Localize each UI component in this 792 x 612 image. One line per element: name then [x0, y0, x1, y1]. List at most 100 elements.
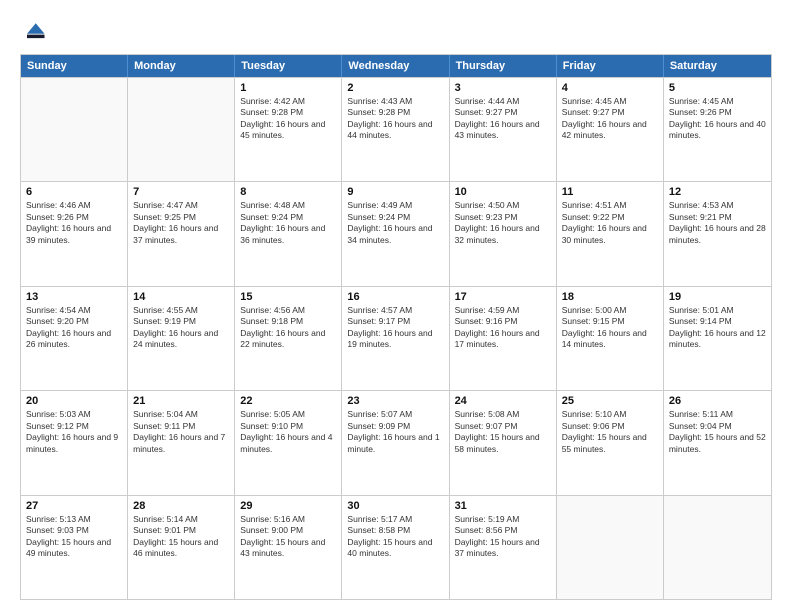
- day-number: 11: [562, 186, 658, 198]
- day-number: 18: [562, 291, 658, 303]
- sunset-text: Sunset: 9:10 PM: [240, 421, 336, 432]
- daylight-text: Daylight: 16 hours and 36 minutes.: [240, 223, 336, 246]
- day-cell-16: 16Sunrise: 4:57 AMSunset: 9:17 PMDayligh…: [342, 287, 449, 390]
- day-number: 25: [562, 395, 658, 407]
- sunrise-text: Sunrise: 4:46 AM: [26, 200, 122, 211]
- calendar-body: 1 Sunrise: 4:42 AM Sunset: 9:28 PM Daylight…: [21, 77, 771, 599]
- day-number: 4: [562, 82, 658, 94]
- daylight-text: Daylight: 15 hours and 40 minutes.: [347, 537, 443, 560]
- sunrise-text: Sunrise: 5:00 AM: [562, 305, 658, 316]
- header-day-monday: Monday: [128, 55, 235, 77]
- sunset-text: Sunset: 9:26 PM: [669, 107, 766, 118]
- sunset-text: Sunset: 9:24 PM: [347, 212, 443, 223]
- daylight-text: Daylight: 16 hours and 42 minutes.: [562, 119, 658, 142]
- daylight-text: Daylight: 15 hours and 55 minutes.: [562, 432, 658, 455]
- sunset-text: Sunset: 9:11 PM: [133, 421, 229, 432]
- sunrise-text: Sunrise: 5:19 AM: [455, 514, 551, 525]
- day-number: 17: [455, 291, 551, 303]
- day-cell-26: 26 Sunrise: 5:11 AMSunset: 9:04 PMDayligh…: [664, 391, 771, 494]
- day-number: 26: [669, 395, 766, 407]
- header: [20, 18, 772, 46]
- sunrise-text: Sunrise: 5:13 AM: [26, 514, 122, 525]
- sunrise-text: Sunrise: 5:03 AM: [26, 409, 122, 420]
- day-cell-25: 25Sunrise: 5:10 AMSunset: 9:06 PMDayligh…: [557, 391, 664, 494]
- daylight-text: Daylight: 16 hours and 24 minutes.: [133, 328, 229, 351]
- sunrise-text: Sunrise: 4:47 AM: [133, 200, 229, 211]
- daylight-text: Daylight: 16 hours and 32 minutes.: [455, 223, 551, 246]
- sunrise-text: Sunrise: 4:49 AM: [347, 200, 443, 211]
- daylight-text: Daylight: 16 hours and 4 minutes.: [240, 432, 336, 455]
- daylight-text: Daylight: 15 hours and 46 minutes.: [133, 537, 229, 560]
- day-cell-3: 3Sunrise: 4:44 AMSunset: 9:27 PMDaylight…: [450, 78, 557, 181]
- day-cell-21: 21Sunrise: 5:04 AMSunset: 9:11 PMDayligh…: [128, 391, 235, 494]
- sunrise-text: Sunrise: 4:43 AM: [347, 96, 443, 107]
- day-number: 8: [240, 186, 336, 198]
- daylight-text: Daylight: 16 hours and 14 minutes.: [562, 328, 658, 351]
- day-cell-5: 5Sunrise: 4:45 AMSunset: 9:26 PMDaylight…: [664, 78, 771, 181]
- sunset-text: Sunset: 9:07 PM: [455, 421, 551, 432]
- sunrise-text: Sunrise: 4:42 AM: [240, 96, 336, 107]
- day-number: 5: [669, 82, 766, 94]
- daylight-text: Daylight: 16 hours and 7 minutes.: [133, 432, 229, 455]
- sunrise-text: Sunrise: 5:11 AM: [669, 409, 766, 420]
- daylight-text: Daylight: 16 hours and 26 minutes.: [26, 328, 122, 351]
- day-number: 3: [455, 82, 551, 94]
- header-day-sunday: Sunday: [21, 55, 128, 77]
- sunset-text: Sunset: 8:56 PM: [455, 525, 551, 536]
- day-number: 27: [26, 500, 122, 512]
- sunset-text: Sunset: 9:28 PM: [347, 107, 443, 118]
- sunrise-text: Sunrise: 4:55 AM: [133, 305, 229, 316]
- day-number: 23: [347, 395, 443, 407]
- day-cell-27: 27Sunrise: 5:13 AMSunset: 9:03 PMDayligh…: [21, 496, 128, 599]
- sunset-text: Sunset: 9:12 PM: [26, 421, 122, 432]
- sunrise-text: Sunrise: 5:10 AM: [562, 409, 658, 420]
- calendar: SundayMondayTuesdayWednesdayThursdayFrid…: [20, 54, 772, 600]
- sunrise-text: Sunrise: 5:05 AM: [240, 409, 336, 420]
- daylight-text: Daylight: 16 hours and 17 minutes.: [455, 328, 551, 351]
- daylight-text: Daylight: 16 hours and 30 minutes.: [562, 223, 658, 246]
- sunset-text: Sunset: 9:26 PM: [26, 212, 122, 223]
- sunrise-text: Sunrise: 5:01 AM: [669, 305, 766, 316]
- day-cell-2: 2Sunrise: 4:43 AMSunset: 9:28 PMDaylight…: [342, 78, 449, 181]
- sunrise-text: Sunrise: 4:44 AM: [455, 96, 551, 107]
- sunset-text: Sunset: 9:23 PM: [455, 212, 551, 223]
- logo: [20, 18, 52, 46]
- empty-cell: [128, 78, 235, 181]
- sunrise-text: Sunrise: 5:14 AM: [133, 514, 229, 525]
- sunset-text: Sunset: 9:04 PM: [669, 421, 766, 432]
- day-number: 31: [455, 500, 551, 512]
- day-cell-9: 9Sunrise: 4:49 AMSunset: 9:24 PMDaylight…: [342, 182, 449, 285]
- calendar-week-3: 13Sunrise: 4:54 AMSunset: 9:20 PMDayligh…: [21, 286, 771, 390]
- day-cell-4: 4Sunrise: 4:45 AMSunset: 9:27 PMDaylight…: [557, 78, 664, 181]
- header-day-tuesday: Tuesday: [235, 55, 342, 77]
- day-number: 24: [455, 395, 551, 407]
- sunset-text: Sunset: 9:22 PM: [562, 212, 658, 223]
- daylight-text: Daylight: 16 hours and 37 minutes.: [133, 223, 229, 246]
- sunset-text: Sunset: 9:24 PM: [240, 212, 336, 223]
- day-cell-31: 31Sunrise: 5:19 AMSunset: 8:56 PMDayligh…: [450, 496, 557, 599]
- sunset-text: Sunset: 8:58 PM: [347, 525, 443, 536]
- logo-icon: [20, 18, 48, 46]
- sunset-text: Sunset: 9:17 PM: [347, 316, 443, 327]
- day-number: 15: [240, 291, 336, 303]
- sunset-text: Sunset: 9:16 PM: [455, 316, 551, 327]
- day-cell-23: 23Sunrise: 5:07 AMSunset: 9:09 PMDayligh…: [342, 391, 449, 494]
- day-cell-7: 7Sunrise: 4:47 AMSunset: 9:25 PMDaylight…: [128, 182, 235, 285]
- sunset-text: Sunset: 9:18 PM: [240, 316, 336, 327]
- sunset-text: Sunset: 9:01 PM: [133, 525, 229, 536]
- empty-cell: [664, 496, 771, 599]
- day-cell-1: 1Sunrise: 4:42 AMSunset: 9:28 PMDaylight…: [235, 78, 342, 181]
- day-cell-8: 8Sunrise: 4:48 AMSunset: 9:24 PMDaylight…: [235, 182, 342, 285]
- day-number: 2: [347, 82, 443, 94]
- header-day-saturday: Saturday: [664, 55, 771, 77]
- sunset-text: Sunset: 9:15 PM: [562, 316, 658, 327]
- sunrise-text: Sunrise: 4:54 AM: [26, 305, 122, 316]
- day-cell-10: 10Sunrise: 4:50 AMSunset: 9:23 PMDayligh…: [450, 182, 557, 285]
- day-cell-28: 28Sunrise: 5:14 AMSunset: 9:01 PMDayligh…: [128, 496, 235, 599]
- sunset-text: Sunset: 9:25 PM: [133, 212, 229, 223]
- sunrise-text: Sunrise: 5:17 AM: [347, 514, 443, 525]
- daylight-text: Daylight: 15 hours and 52 minutes.: [669, 432, 766, 455]
- day-number: 1: [240, 82, 336, 94]
- sunrise-text: Sunrise: 4:53 AM: [669, 200, 766, 211]
- sunset-text: Sunset: 9:27 PM: [562, 107, 658, 118]
